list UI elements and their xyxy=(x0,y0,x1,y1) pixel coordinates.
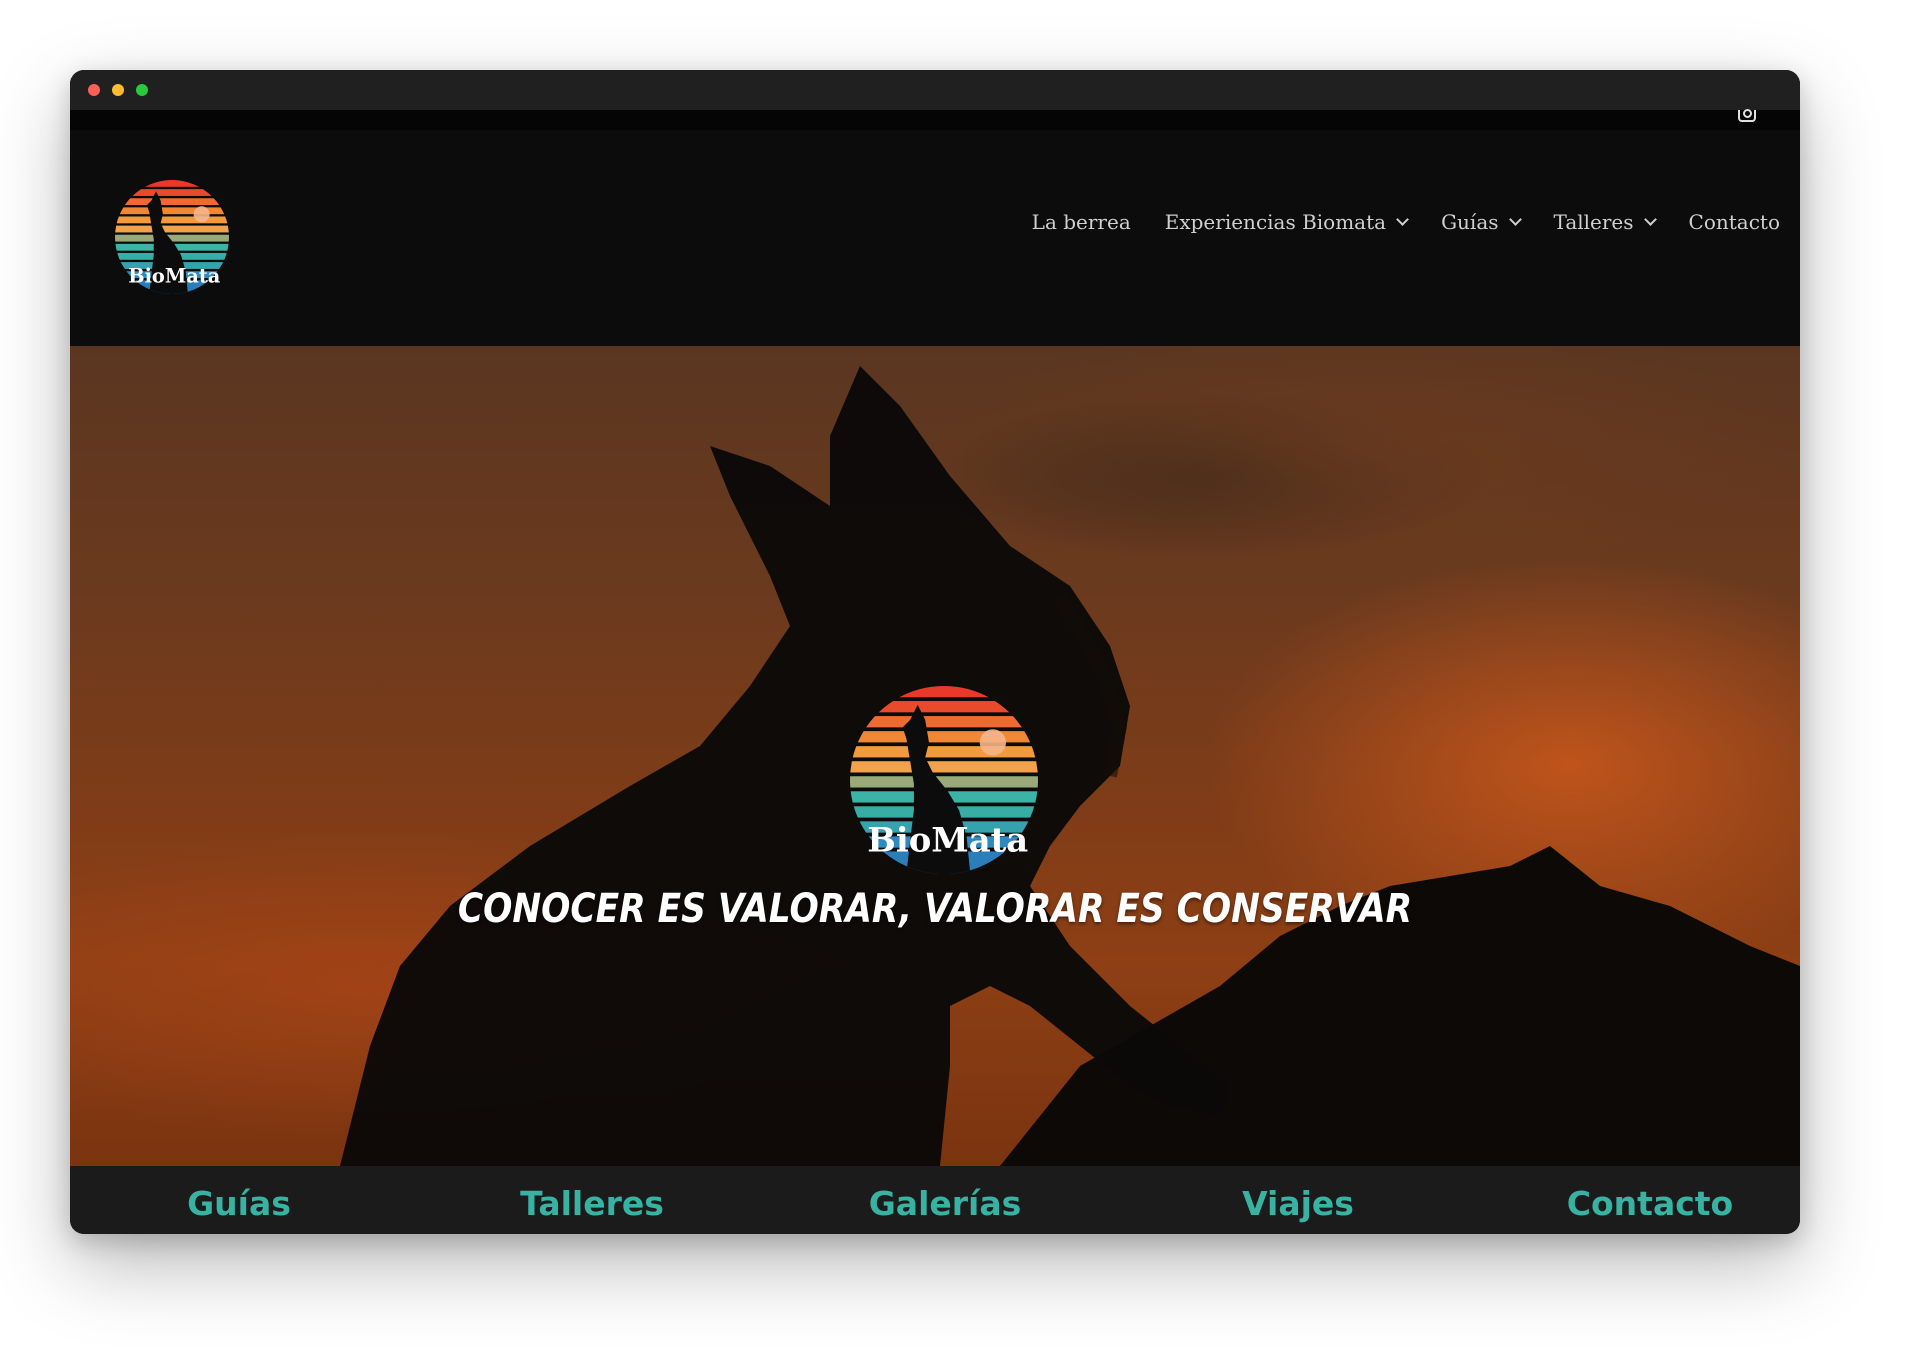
window-titlebar xyxy=(70,70,1800,110)
nav-item-label: Experiencias Biomata xyxy=(1164,210,1387,234)
top-social-bar xyxy=(70,109,1800,130)
nav-item-experiencias-biomata[interactable]: Experiencias Biomata xyxy=(1164,210,1409,234)
nav-item-guias[interactable]: Guías xyxy=(1441,210,1522,234)
nav-item-contacto[interactable]: Contacto xyxy=(1689,210,1780,234)
maximize-window-button[interactable] xyxy=(136,84,148,96)
nav-item-label: Guías xyxy=(1441,210,1499,234)
bottom-nav-galerias[interactable]: Galerías xyxy=(815,1184,1075,1223)
nav-item-label: Talleres xyxy=(1553,210,1634,234)
bottom-nav-contacto[interactable]: Contacto xyxy=(1520,1184,1780,1223)
chevron-down-icon xyxy=(1508,213,1522,226)
bottom-nav-viajes[interactable]: Viajes xyxy=(1168,1184,1428,1223)
hero-logo: BioMata xyxy=(850,686,1038,874)
site-logo[interactable]: BioMata xyxy=(115,180,229,294)
nav-item-label: La berrea xyxy=(1031,210,1131,234)
close-window-button[interactable] xyxy=(88,84,100,96)
biomata-logo-icon: BioMata xyxy=(850,686,1038,874)
hero-tagline: CONOCER ES VALORAR, VALORAR ES CONSERVAR xyxy=(457,886,1413,932)
hero-section: BioMata CONOCER ES VALORAR, VALORAR ES C… xyxy=(70,346,1800,1166)
bottom-nav-talleres[interactable]: Talleres xyxy=(462,1184,722,1223)
nav-item-la-berrea[interactable]: La berrea xyxy=(1032,210,1131,234)
hero-logo-text: BioMata xyxy=(867,819,1028,859)
instagram-icon[interactable] xyxy=(1738,109,1756,122)
minimize-window-button[interactable] xyxy=(112,84,124,96)
nav-item-label: Contacto xyxy=(1688,210,1780,234)
browser-window: BioMata La berrea Experiencias Biomata G… xyxy=(70,70,1800,1234)
biomata-logo-icon: BioMata xyxy=(115,180,229,294)
site-header: BioMata La berrea Experiencias Biomata G… xyxy=(70,130,1800,346)
logo-text: BioMata xyxy=(128,265,221,288)
chevron-down-icon xyxy=(1643,213,1657,226)
bottom-nav-guias[interactable]: Guías xyxy=(109,1184,369,1223)
bottom-nav: Guías Talleres Galerías Viajes Contacto xyxy=(70,1166,1800,1234)
chevron-down-icon xyxy=(1396,213,1409,226)
nav-item-talleres[interactable]: Talleres xyxy=(1553,210,1657,234)
main-nav: La berrea Experiencias Biomata Guías Tal… xyxy=(998,210,1780,234)
